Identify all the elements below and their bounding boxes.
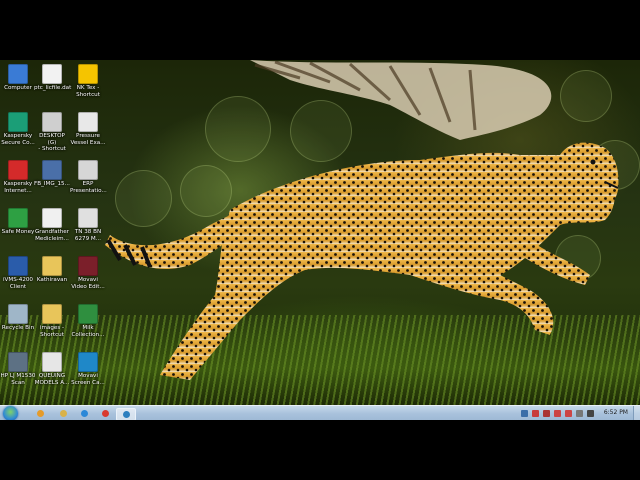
scanner-icon (8, 352, 28, 372)
desktop-icon-label: Kathiravan (36, 277, 68, 283)
image-icon (42, 160, 62, 180)
taskbar: 6:52 PM (0, 405, 640, 421)
monitor-app-icon (122, 411, 130, 418)
desktop-icon[interactable]: ERP Presentatio... (70, 160, 107, 194)
desktop-icon[interactable]: Pressure Vessel Exa... (70, 112, 106, 146)
desktop-icon-label: images - Shortcut (39, 325, 65, 338)
money-icon (8, 208, 28, 228)
file-icon (42, 64, 62, 84)
desktop[interactable]: Computer ptc_licfile.dat NK Tex - Shortcut… (0, 60, 640, 405)
desktop-icon-label: ptc_licfile.dat (34, 85, 72, 91)
movavi-screen-icon (78, 352, 98, 372)
tray-app-icon[interactable] (554, 410, 561, 417)
taskbar-button[interactable] (98, 408, 112, 419)
desktop-icon-label: Recycle Bin (1, 325, 35, 331)
drive-icon (42, 112, 62, 132)
desktop-icon-label: Kaspersky Secure Co... (1, 133, 35, 146)
desktop-icon[interactable]: Milk Collection... (70, 304, 106, 338)
presentation-icon (78, 160, 98, 180)
chrome-icon (101, 410, 109, 417)
tray-app-icon[interactable] (543, 410, 550, 417)
taskbar-clock[interactable]: 6:52 PM (604, 409, 628, 416)
pdf-icon (78, 112, 98, 132)
desktop-icon-label: Movavi Video Edit... (71, 277, 105, 290)
desktop-icon-label: Pressure Vessel Exa... (70, 133, 106, 146)
desktop-icon-label: Computer (4, 85, 32, 91)
excel-icon (78, 304, 98, 324)
tray-app-icon[interactable] (565, 410, 572, 417)
desktop-icon[interactable]: Grandfather Medicleim... (34, 208, 70, 242)
media-player-icon (80, 410, 88, 417)
document-icon (42, 352, 62, 372)
desktop-icon-label: QUEUING MODELS A... (34, 373, 70, 386)
desktop-icon[interactable]: HP LJ M1530 Scan (0, 352, 36, 386)
desktop-icon-label: DESKTOP (G) - Shortcut (38, 133, 66, 153)
desktop-icon-label: iVMS-4200 Client (2, 277, 33, 290)
kaspersky-k-icon (8, 160, 28, 180)
computer-icon (8, 64, 28, 84)
desktop-icon[interactable]: Computer (0, 64, 36, 92)
taskbar-button[interactable] (56, 408, 70, 419)
desktop-icon-label: Safe Money (1, 229, 35, 235)
desktop-icon[interactable]: Movavi Video Edit... (70, 256, 106, 290)
ie-icon (36, 410, 44, 417)
desktop-icon-label: ERP Presentatio... (70, 181, 107, 194)
desktop-icon[interactable]: Kathiravan (34, 256, 70, 284)
desktop-icon-label: Milk Collection... (71, 325, 105, 338)
volume-icon[interactable] (587, 410, 594, 417)
desktop-icon[interactable]: Safe Money (0, 208, 36, 236)
folder-shortcut-icon (42, 304, 62, 324)
desktop-icon[interactable]: TN 38 BN 6279 M... (70, 208, 106, 242)
tray-kaspersky-icon[interactable] (532, 410, 539, 417)
desktop-icon-label: TN 38 BN 6279 M... (74, 229, 102, 242)
show-desktop-button[interactable] (633, 406, 640, 421)
desktop-icon[interactable]: iVMS-4200 Client (0, 256, 36, 290)
desktop-icon[interactable]: images - Shortcut (34, 304, 70, 338)
desktop-icon-label: NK Tex - Shortcut (76, 85, 100, 98)
desktop-icon[interactable]: QUEUING MODELS A... (34, 352, 70, 386)
desktop-icon[interactable]: DESKTOP (G) - Shortcut (34, 112, 70, 153)
desktop-icon[interactable]: Movavi Screen Ca... (70, 352, 106, 386)
letterbox-bottom (0, 420, 640, 480)
desktop-icon-label: Kaspersky Internet... (3, 181, 33, 194)
cheetah-wallpaper-image (105, 60, 619, 380)
explorer-folder-icon (59, 410, 67, 417)
desktop-icon-label: Grandfather Medicleim... (34, 229, 70, 242)
kaspersky-shield-icon (8, 112, 28, 132)
taskbar-button[interactable] (33, 408, 47, 419)
start-button[interactable] (3, 406, 18, 421)
tray-app-icon[interactable] (576, 410, 583, 417)
desktop-icon-label: Movavi Screen Ca... (71, 373, 105, 386)
movavi-video-icon (78, 256, 98, 276)
desktop-icon-label: HP LJ M1530 Scan (0, 373, 36, 386)
tray-app-icon[interactable] (521, 410, 528, 417)
camera-client-icon (8, 256, 28, 276)
desktop-icon[interactable]: Kaspersky Internet... (0, 160, 36, 194)
desktop-icon[interactable]: ptc_licfile.dat (34, 64, 72, 92)
document-icon (78, 208, 98, 228)
desktop-icon[interactable]: Kaspersky Secure Co... (0, 112, 36, 146)
desktop-icon-label: FB_IMG_15... (34, 181, 70, 187)
taskbar-button[interactable] (77, 408, 91, 419)
warning-icon (78, 64, 98, 84)
letterbox-top (0, 0, 640, 60)
desktop-icon[interactable]: Recycle Bin (0, 304, 36, 332)
recycle-bin-icon (8, 304, 28, 324)
document-icon (42, 208, 62, 228)
desktop-icon[interactable]: NK Tex - Shortcut (70, 64, 106, 98)
folder-icon (42, 256, 62, 276)
desktop-icon[interactable]: FB_IMG_15... (34, 160, 70, 188)
